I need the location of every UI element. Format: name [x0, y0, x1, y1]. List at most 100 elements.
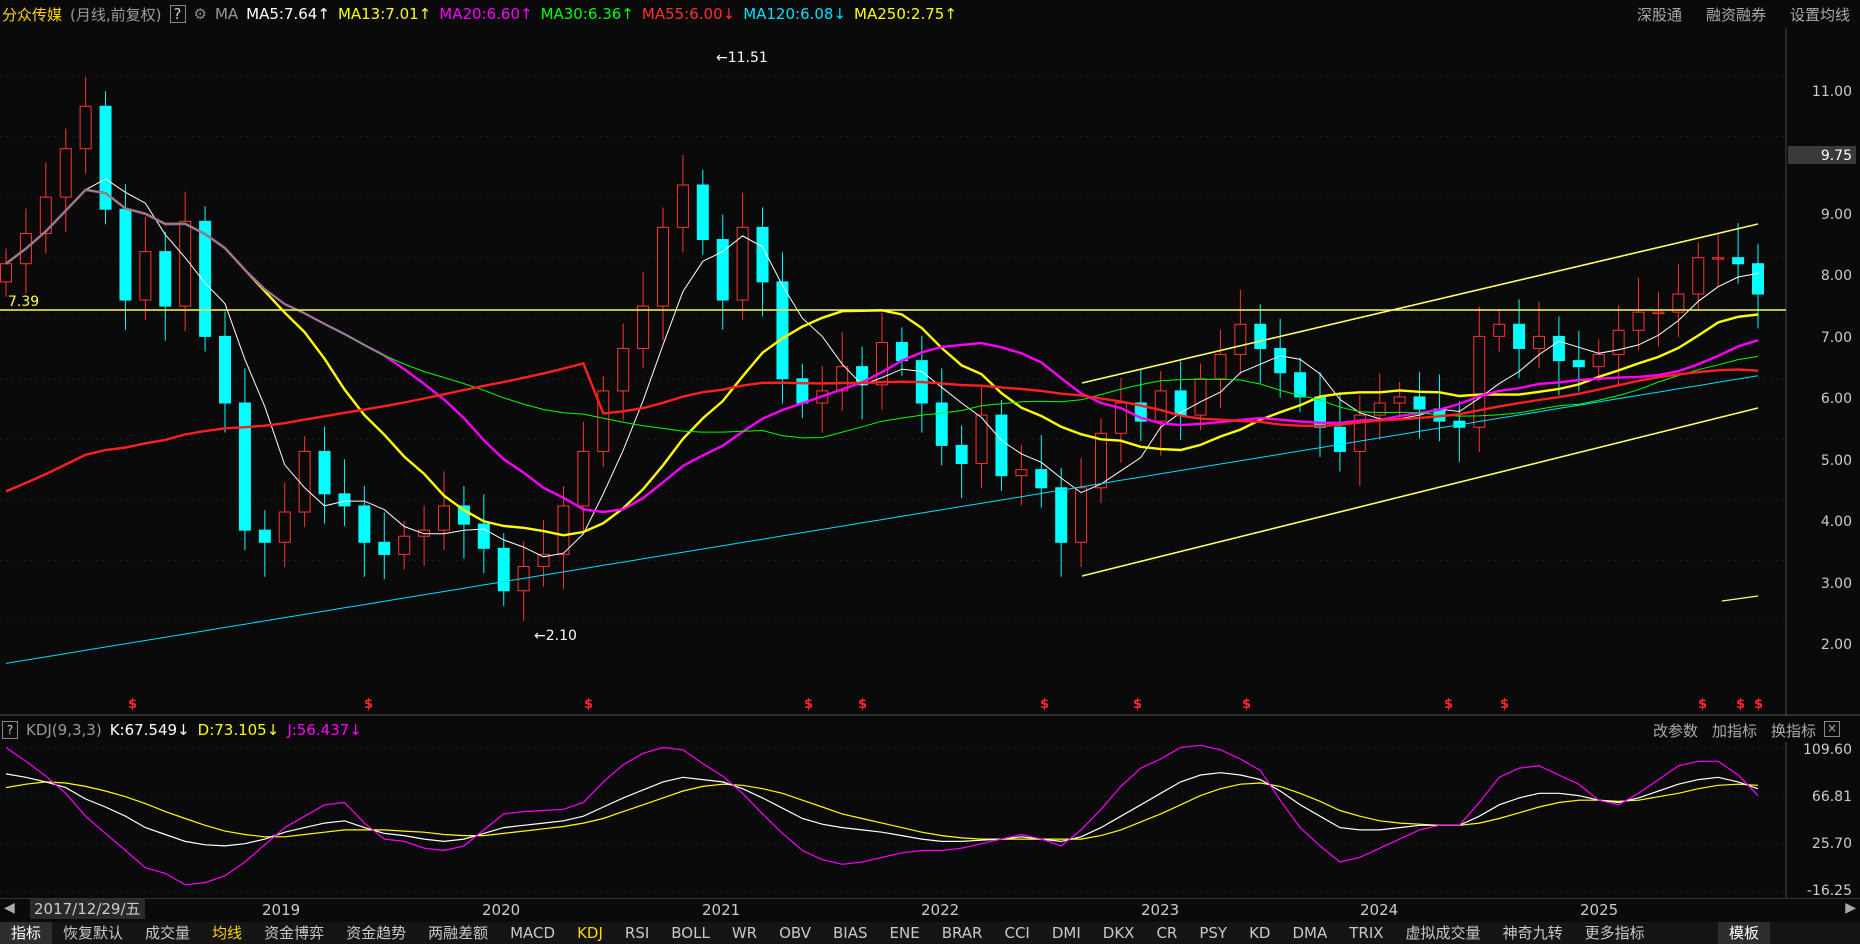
tab-5[interactable]: 资金趋势	[335, 922, 417, 944]
candle	[59, 148, 72, 198]
tab-2[interactable]: 成交量	[134, 922, 201, 944]
set-ma-link[interactable]: 设置均线	[1790, 4, 1850, 25]
ma5-value: MA5:7.64↑	[246, 5, 330, 23]
help-icon[interactable]: ?	[169, 5, 186, 23]
tab-8[interactable]: KDJ	[566, 922, 614, 944]
tab-26[interactable]: 更多指标	[1574, 922, 1656, 944]
candle	[1194, 378, 1207, 416]
kdj-help-icon[interactable]: ?	[2, 721, 18, 739]
event-mark: $	[1242, 697, 1251, 712]
event-mark: $	[364, 697, 373, 712]
time-axis[interactable]: ◀ 2017/12/29/五 2019 2020 2021 2022 2023 …	[0, 898, 1860, 923]
tab-17[interactable]: DMI	[1041, 922, 1092, 944]
event-mark: $	[1500, 697, 1509, 712]
candle	[1632, 311, 1645, 331]
tab-21[interactable]: KD	[1238, 922, 1281, 944]
candle	[418, 529, 431, 537]
tab-15[interactable]: BRAR	[931, 922, 994, 944]
period-label: (月线,前复权)	[70, 5, 162, 24]
candle	[1333, 426, 1346, 452]
y-tick-label: 3.00	[1821, 576, 1852, 592]
year-label: 2024	[1360, 901, 1399, 919]
candle	[597, 390, 610, 452]
kdj-right-links: 改参数 加指标 换指标	[1653, 720, 1816, 741]
tab-13[interactable]: BIAS	[822, 922, 879, 944]
candle	[657, 226, 669, 307]
low-price-label: ←2.10	[534, 628, 577, 644]
tab-19[interactable]: CR	[1145, 922, 1188, 944]
sgt-link[interactable]: 深股通	[1637, 4, 1682, 25]
candle	[1174, 390, 1187, 416]
year-label: 2020	[482, 901, 521, 919]
tab-22[interactable]: DMA	[1281, 922, 1338, 944]
tab-11[interactable]: WR	[721, 922, 768, 944]
tab-3[interactable]: 均线	[201, 922, 253, 944]
tab-27[interactable]: 模板	[1717, 922, 1770, 944]
kdj-close-icon[interactable]: ×	[1824, 721, 1840, 737]
event-mark: $	[858, 697, 867, 712]
y-tick-label: 4.00	[1821, 514, 1852, 530]
tab-14[interactable]: ENE	[879, 922, 931, 944]
add-indicator-link[interactable]: 加指标	[1712, 720, 1757, 741]
edit-params-link[interactable]: 改参数	[1653, 720, 1698, 741]
candle	[1732, 257, 1745, 265]
scroll-right-icon[interactable]: ▶	[1845, 900, 1856, 916]
event-mark: $	[1133, 697, 1142, 712]
candle	[1373, 402, 1386, 416]
candle	[776, 281, 789, 380]
candle	[1095, 432, 1107, 489]
year-label: 2019	[262, 901, 301, 919]
candle	[955, 444, 968, 465]
tab-20[interactable]: PSY	[1188, 922, 1238, 944]
y-tick-label: 11.00	[1812, 84, 1852, 100]
tab-7[interactable]: MACD	[499, 922, 566, 944]
candle	[1234, 323, 1247, 356]
indicator-header: 分众传媒 (月线,前复权) ? ⚙ MA MA5:7.64↑ MA13:7.01…	[0, 0, 1860, 28]
y-tick-label: 2.00	[1821, 637, 1852, 653]
candle	[497, 547, 510, 592]
stock-name[interactable]: 分众传媒	[2, 4, 62, 25]
event-mark: $	[128, 697, 137, 712]
tab-4[interactable]: 资金博弈	[253, 922, 335, 944]
candle	[119, 208, 132, 301]
ma250-value: MA250:2.75↑	[854, 5, 957, 23]
candle	[617, 348, 630, 392]
y-tick-label: 8.00	[1821, 268, 1852, 284]
tab-6[interactable]: 两融差额	[417, 922, 499, 944]
scroll-left-icon[interactable]: ◀	[4, 900, 15, 916]
tab-12[interactable]: OBV	[768, 922, 822, 944]
tab-25[interactable]: 神奇九转	[1492, 922, 1574, 944]
candlestick-chart[interactable]: 11.00 9.75 9.00 8.00 7.00 6.00 5.00 4.00…	[0, 28, 1860, 716]
hline-label: 7.39	[8, 294, 39, 310]
kdj-title[interactable]: KDJ(9,3,3)	[26, 721, 102, 739]
tab-16[interactable]: CCI	[993, 922, 1040, 944]
tab-9[interactable]: RSI	[614, 922, 660, 944]
kdj-k-value: K:67.549↓	[109, 721, 190, 739]
tab-18[interactable]: DKX	[1092, 922, 1146, 944]
candle	[1572, 360, 1585, 368]
kdj-chart[interactable]: 109.60 66.81 25.70 -16.25	[0, 742, 1860, 898]
year-label: 2022	[921, 901, 960, 919]
settings-gear-icon[interactable]: ⚙	[194, 5, 207, 23]
switch-indicator-link[interactable]: 换指标	[1771, 720, 1816, 741]
ma55-value: MA55:6.00↓	[641, 5, 736, 23]
tab-23[interactable]: TRIX	[1338, 922, 1394, 944]
candle	[1154, 390, 1167, 422]
candle	[1035, 469, 1048, 489]
kdj-lines	[5, 744, 1759, 886]
tab-1[interactable]: 恢复默认	[52, 922, 134, 944]
event-mark: $	[584, 697, 593, 712]
kdj-y-tick: 25.70	[1812, 836, 1852, 852]
candle	[1533, 335, 1545, 349]
margin-trading-link[interactable]: 融资融券	[1706, 4, 1766, 25]
candle	[1413, 396, 1426, 410]
candle	[477, 523, 490, 549]
year-label: 2021	[702, 901, 741, 919]
y-tick-label: 6.00	[1821, 391, 1852, 407]
event-mark: $	[1698, 697, 1707, 712]
tab-0[interactable]: 指标	[0, 922, 53, 944]
tab-10[interactable]: BOLL	[660, 922, 721, 944]
tab-24[interactable]: 虚拟成交量	[1395, 922, 1492, 944]
price-axis: 11.00 9.75 9.00 8.00 7.00 6.00 5.00 4.00…	[1788, 84, 1856, 653]
candle	[219, 335, 231, 404]
